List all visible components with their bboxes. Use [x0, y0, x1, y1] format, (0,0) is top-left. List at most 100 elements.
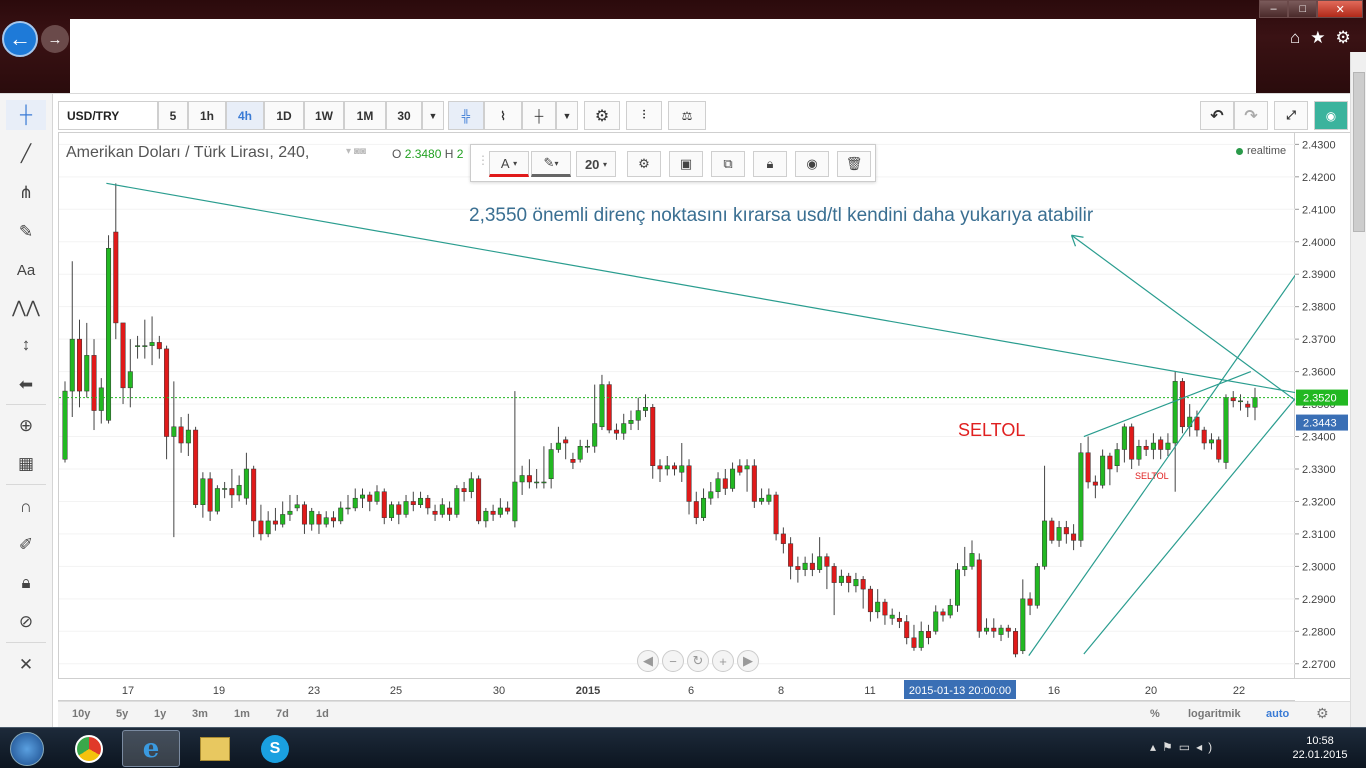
- tools-icon[interactable]: ✕: [6, 650, 46, 680]
- zoom-out-icon[interactable]: −: [662, 650, 684, 672]
- interval-30[interactable]: 30: [386, 101, 422, 130]
- range-1d[interactable]: 1d: [316, 708, 329, 720]
- candle-body: [236, 484, 242, 496]
- scroll-left-icon[interactable]: ◀: [637, 650, 659, 672]
- skype-icon[interactable]: S: [246, 730, 304, 767]
- price-tick-label: 2.4300: [1302, 139, 1336, 151]
- gear-icon[interactable]: ⚙: [1336, 28, 1351, 48]
- crosshair-icon[interactable]: ┼: [6, 100, 46, 130]
- price-axis[interactable]: 2.4300 2.4200 2.4100 2.4000 2.3900 2.3800 2.37…: [1295, 132, 1350, 679]
- start-button-icon[interactable]: [2, 730, 52, 767]
- zoom-in-icon[interactable]: +: [712, 650, 734, 672]
- brush-icon[interactable]: ✎: [6, 217, 46, 247]
- magnet-icon[interactable]: ∩: [6, 492, 46, 522]
- scale-settings-icon[interactable]: ⚙: [1316, 705, 1329, 722]
- lock-icon[interactable]: 🔒︎: [6, 568, 46, 598]
- home-icon[interactable]: ⌂: [1290, 28, 1300, 48]
- candle-body: [251, 468, 257, 522]
- compare-scale-icon[interactable]: ⚖: [668, 101, 706, 130]
- range-10y[interactable]: 10y: [72, 708, 90, 720]
- ie-icon[interactable]: e: [122, 730, 180, 767]
- range-7d[interactable]: 7d: [276, 708, 289, 720]
- interval-1d[interactable]: 1D: [264, 101, 304, 130]
- bars-icon[interactable]: ┼: [522, 101, 556, 130]
- candle-body: [164, 348, 170, 437]
- settings-gear-icon[interactable]: ⚙: [584, 101, 620, 130]
- pencil-lock-icon[interactable]: ✐: [6, 530, 46, 560]
- range-5y[interactable]: 5y: [116, 708, 128, 720]
- indicators-icon[interactable]: ⫶: [626, 101, 662, 130]
- back-arrow-tool-icon[interactable]: ⬅: [6, 370, 46, 400]
- range-1y[interactable]: 1y: [154, 708, 166, 720]
- chart-canvas[interactable]: 2,3550 önemli direnç noktasını kırarsa u…: [58, 132, 1297, 680]
- explorer-folder-icon[interactable]: [186, 730, 244, 767]
- candle-body: [613, 429, 619, 434]
- interval-4h[interactable]: 4h: [226, 101, 264, 130]
- interval-dropdown-icon[interactable]: ▼: [422, 101, 444, 130]
- candle-body: [526, 475, 532, 483]
- maximize-icon[interactable]: □: [1288, 0, 1318, 18]
- measure-icon[interactable]: ↕: [6, 330, 46, 360]
- legend-controls-icon[interactable]: ▾ ◙◙: [346, 146, 366, 157]
- scrollbar-thumb[interactable]: [1353, 72, 1365, 232]
- tray-icons[interactable]: ▴⚑▭◂): [1150, 740, 1218, 754]
- font-size-select[interactable]: 20 ▾: [576, 151, 616, 177]
- fork-icon[interactable]: ⋔: [6, 178, 46, 208]
- camera-icon[interactable]: ◉: [1314, 101, 1348, 130]
- interval-1w[interactable]: 1W: [304, 101, 344, 130]
- time-axis[interactable]: 17 19 23 25 30 2015 6 8 11 16 20 22 2015-01-13 20:00…: [58, 679, 1295, 701]
- chrome-icon[interactable]: [60, 730, 118, 767]
- ruler-icon[interactable]: ▦: [6, 449, 46, 479]
- clock[interactable]: 10:58 22.01.2015: [1290, 734, 1350, 762]
- range-1m[interactable]: 1m: [234, 708, 250, 720]
- candle-body: [1013, 631, 1019, 655]
- browser-chrome: ← → – □ ✕ ⌂ ★ ⚙: [0, 0, 1366, 93]
- log-toggle[interactable]: logaritmik: [1188, 708, 1241, 720]
- forward-arrow-icon[interactable]: →: [41, 25, 69, 53]
- symbol-input[interactable]: USD/TRY: [58, 101, 158, 130]
- address-area[interactable]: [70, 19, 1256, 93]
- undo-icon[interactable]: ↶: [1200, 101, 1234, 130]
- close-icon[interactable]: ✕: [1317, 0, 1363, 18]
- fullscreen-icon[interactable]: ⤢: [1274, 101, 1308, 130]
- candle-body: [1049, 520, 1055, 541]
- trend-line-icon[interactable]: ╱: [6, 139, 46, 169]
- candlestick-chart[interactable]: 2,3550 önemli direnç noktasını kırarsa u…: [59, 133, 1297, 680]
- price-tick-label: 2.3400: [1302, 432, 1336, 444]
- auto-toggle[interactable]: auto: [1266, 708, 1289, 720]
- star-icon[interactable]: ★: [1310, 28, 1325, 48]
- range-3m[interactable]: 3m: [192, 708, 208, 720]
- price-tick-label: 2.4100: [1302, 204, 1336, 216]
- pattern-icon[interactable]: ⋀⋀: [6, 293, 46, 323]
- candle-body: [984, 627, 990, 632]
- percent-toggle[interactable]: %: [1150, 708, 1160, 720]
- area-chart-icon[interactable]: ⌇: [484, 101, 522, 130]
- chart-type-dropdown-icon[interactable]: ▼: [556, 101, 578, 130]
- hide-icon[interactable]: ⊘: [6, 607, 46, 637]
- interval-1h[interactable]: 1h: [188, 101, 226, 130]
- text-color-button[interactable]: A ▾: [489, 151, 529, 177]
- vertical-scrollbar[interactable]: [1350, 52, 1366, 727]
- delete-trash-icon[interactable]: 🗑︎: [837, 151, 871, 177]
- candle-body: [1150, 442, 1156, 450]
- line-color-icon[interactable]: ✎ ▾: [531, 151, 571, 177]
- candle-body: [889, 614, 895, 619]
- text-tool-icon[interactable]: Aa: [6, 255, 46, 285]
- zoom-icon[interactable]: ⊕: [6, 411, 46, 441]
- reset-icon[interactable]: ↻: [687, 650, 709, 672]
- redo-icon[interactable]: ↷: [1234, 101, 1268, 130]
- visibility-eye-icon[interactable]: ◉: [795, 151, 829, 177]
- drawing-lock-icon[interactable]: 🔒︎: [753, 151, 787, 177]
- candle-body: [512, 481, 518, 522]
- scroll-right-icon[interactable]: ▶: [737, 650, 759, 672]
- candle-body: [265, 520, 271, 535]
- clone-icon[interactable]: ⧉: [711, 151, 745, 177]
- back-arrow-icon[interactable]: ←: [2, 21, 38, 57]
- interval-5[interactable]: 5: [158, 101, 188, 130]
- minimize-icon[interactable]: –: [1259, 0, 1289, 18]
- drawing-settings-icon[interactable]: ⚙: [627, 151, 661, 177]
- candle-body: [381, 491, 387, 518]
- visual-order-icon[interactable]: ▣: [669, 151, 703, 177]
- candles-icon[interactable]: ╬: [448, 101, 484, 130]
- interval-1m[interactable]: 1M: [344, 101, 386, 130]
